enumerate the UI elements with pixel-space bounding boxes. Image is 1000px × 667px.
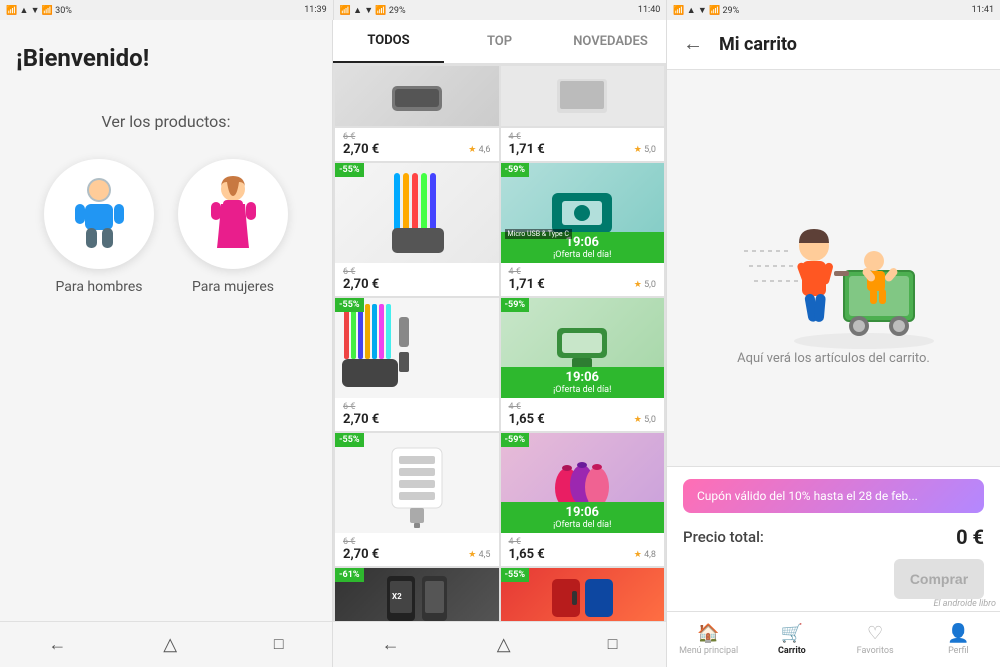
- product-card-8[interactable]: -55%: [501, 568, 665, 621]
- product-price-top2: 4 € 1,71 € ★ 5,0: [501, 128, 665, 161]
- female-figure: [201, 174, 266, 254]
- product-card-7[interactable]: -61% X2: [335, 568, 499, 621]
- price-total-label: Precio total:: [683, 528, 764, 546]
- tab-novedades[interactable]: NOVEDADES: [555, 20, 666, 63]
- product-price-top1: 6 € 2,70 € ★ 4,6: [335, 128, 499, 161]
- cart-back-btn[interactable]: ←: [683, 33, 703, 56]
- male-avatar-circle: [44, 159, 154, 269]
- cart-content: Aquí verá los artículos del carrito.: [667, 70, 1000, 466]
- nav-home-label: Menú principal: [679, 646, 738, 656]
- product-tabs: TODOS TOP NOVEDADES: [333, 20, 666, 64]
- nav-back-btn[interactable]: ←: [48, 634, 66, 655]
- cart-panel: ← Mi carrito: [667, 20, 1000, 667]
- price-total-row: Precio total: 0 €: [683, 525, 984, 549]
- checkout-button[interactable]: Comprar: [894, 559, 984, 599]
- male-figure: [67, 174, 132, 254]
- price-total-value: 0 €: [956, 525, 984, 549]
- cart-icon: 🛒: [781, 623, 803, 644]
- welcome-title: ¡Bienvenido!: [16, 44, 149, 72]
- nav-back-btn-2[interactable]: ←: [382, 634, 400, 655]
- product-card-6[interactable]: -59% 19:06 ¡Oferta del día!: [501, 433, 665, 566]
- nav-home-btn[interactable]: △: [163, 634, 177, 655]
- welcome-subtitle: Ver los productos:: [102, 112, 231, 131]
- product-card-2[interactable]: -59% 19:06 ¡Oferta del día! Micro USB & …: [501, 163, 665, 296]
- status-icons-2: 📶 ▲ ▼ 📶 29%: [340, 5, 406, 16]
- product-card-top2[interactable]: [501, 66, 665, 126]
- time-3: 11:41: [972, 5, 994, 15]
- nav-profile-label: Perfil: [948, 646, 969, 656]
- product-card-top1[interactable]: [335, 66, 499, 126]
- bottom-nav-1: ← △ □: [0, 621, 332, 667]
- cart-nav-home[interactable]: 🏠 Menú principal: [667, 617, 750, 662]
- products-grid: 6 € 2,70 € ★ 4,6 4 € 1,71 € ★ 5,0 -55%: [333, 64, 666, 621]
- cart-nav: 🏠 Menú principal 🛒 Carrito ♡ Favoritos 👤…: [667, 611, 1000, 667]
- home-icon: 🏠: [697, 623, 719, 644]
- status-bar-1: 📶 ▲ ▼ 📶 30% 11:39: [0, 0, 334, 20]
- nav-cart-label: Carrito: [778, 646, 806, 656]
- cart-title: Mi carrito: [719, 34, 797, 55]
- status-icons-3: 📶 ▲ ▼ 📶 29%: [673, 5, 739, 16]
- nav-square-btn-2[interactable]: □: [608, 636, 618, 654]
- cart-illustration: [734, 171, 934, 351]
- tab-top[interactable]: TOP: [444, 20, 555, 63]
- products-panel: TODOS TOP NOVEDADES: [333, 20, 667, 667]
- profile-icon: 👤: [947, 623, 969, 644]
- nav-square-btn[interactable]: □: [274, 636, 284, 654]
- time-2: 11:40: [638, 5, 660, 15]
- bottom-nav-2: ← △ □: [333, 621, 666, 667]
- cart-header: ← Mi carrito: [667, 20, 1000, 70]
- cart-bottom: Cupón válido del 10% hasta el 28 de feb.…: [667, 466, 1000, 611]
- status-bar-2: 📶 ▲ ▼ 📶 29% 11:40: [334, 0, 668, 20]
- nav-favorites-label: Favoritos: [857, 646, 894, 656]
- male-label: Para hombres: [55, 279, 142, 295]
- product-card-1[interactable]: -55% 6 €: [335, 163, 499, 296]
- svg-text:X2: X2: [392, 592, 402, 601]
- product-card-3[interactable]: -55%: [335, 298, 499, 431]
- nav-home-btn-2[interactable]: △: [497, 634, 511, 655]
- product-card-4[interactable]: -59% 19:06 ¡Oferta del día! 4: [501, 298, 665, 431]
- bluetooth-icon: 📶 ▲ ▼ 📶 30%: [6, 5, 72, 16]
- tab-todos[interactable]: TODOS: [333, 20, 444, 63]
- cart-nav-profile[interactable]: 👤 Perfil: [917, 617, 1000, 662]
- cart-empty-text: Aquí verá los artículos del carrito.: [737, 351, 930, 366]
- welcome-panel: ¡Bienvenido! Ver los productos:: [0, 20, 333, 667]
- female-avatar-circle: [178, 159, 288, 269]
- female-option[interactable]: Para mujeres: [178, 159, 288, 295]
- favorites-icon: ♡: [867, 623, 883, 644]
- female-label: Para mujeres: [192, 279, 274, 295]
- cart-nav-favorites[interactable]: ♡ Favoritos: [834, 617, 917, 662]
- time-1: 11:39: [304, 5, 326, 15]
- cart-nav-cart[interactable]: 🛒 Carrito: [750, 617, 833, 662]
- male-option[interactable]: Para hombres: [44, 159, 154, 295]
- status-bar-3: 📶 ▲ ▼ 📶 29% 11:41: [667, 0, 1000, 20]
- product-card-5[interactable]: -55%: [335, 433, 499, 566]
- coupon-banner[interactable]: Cupón válido del 10% hasta el 28 de feb.…: [683, 479, 984, 513]
